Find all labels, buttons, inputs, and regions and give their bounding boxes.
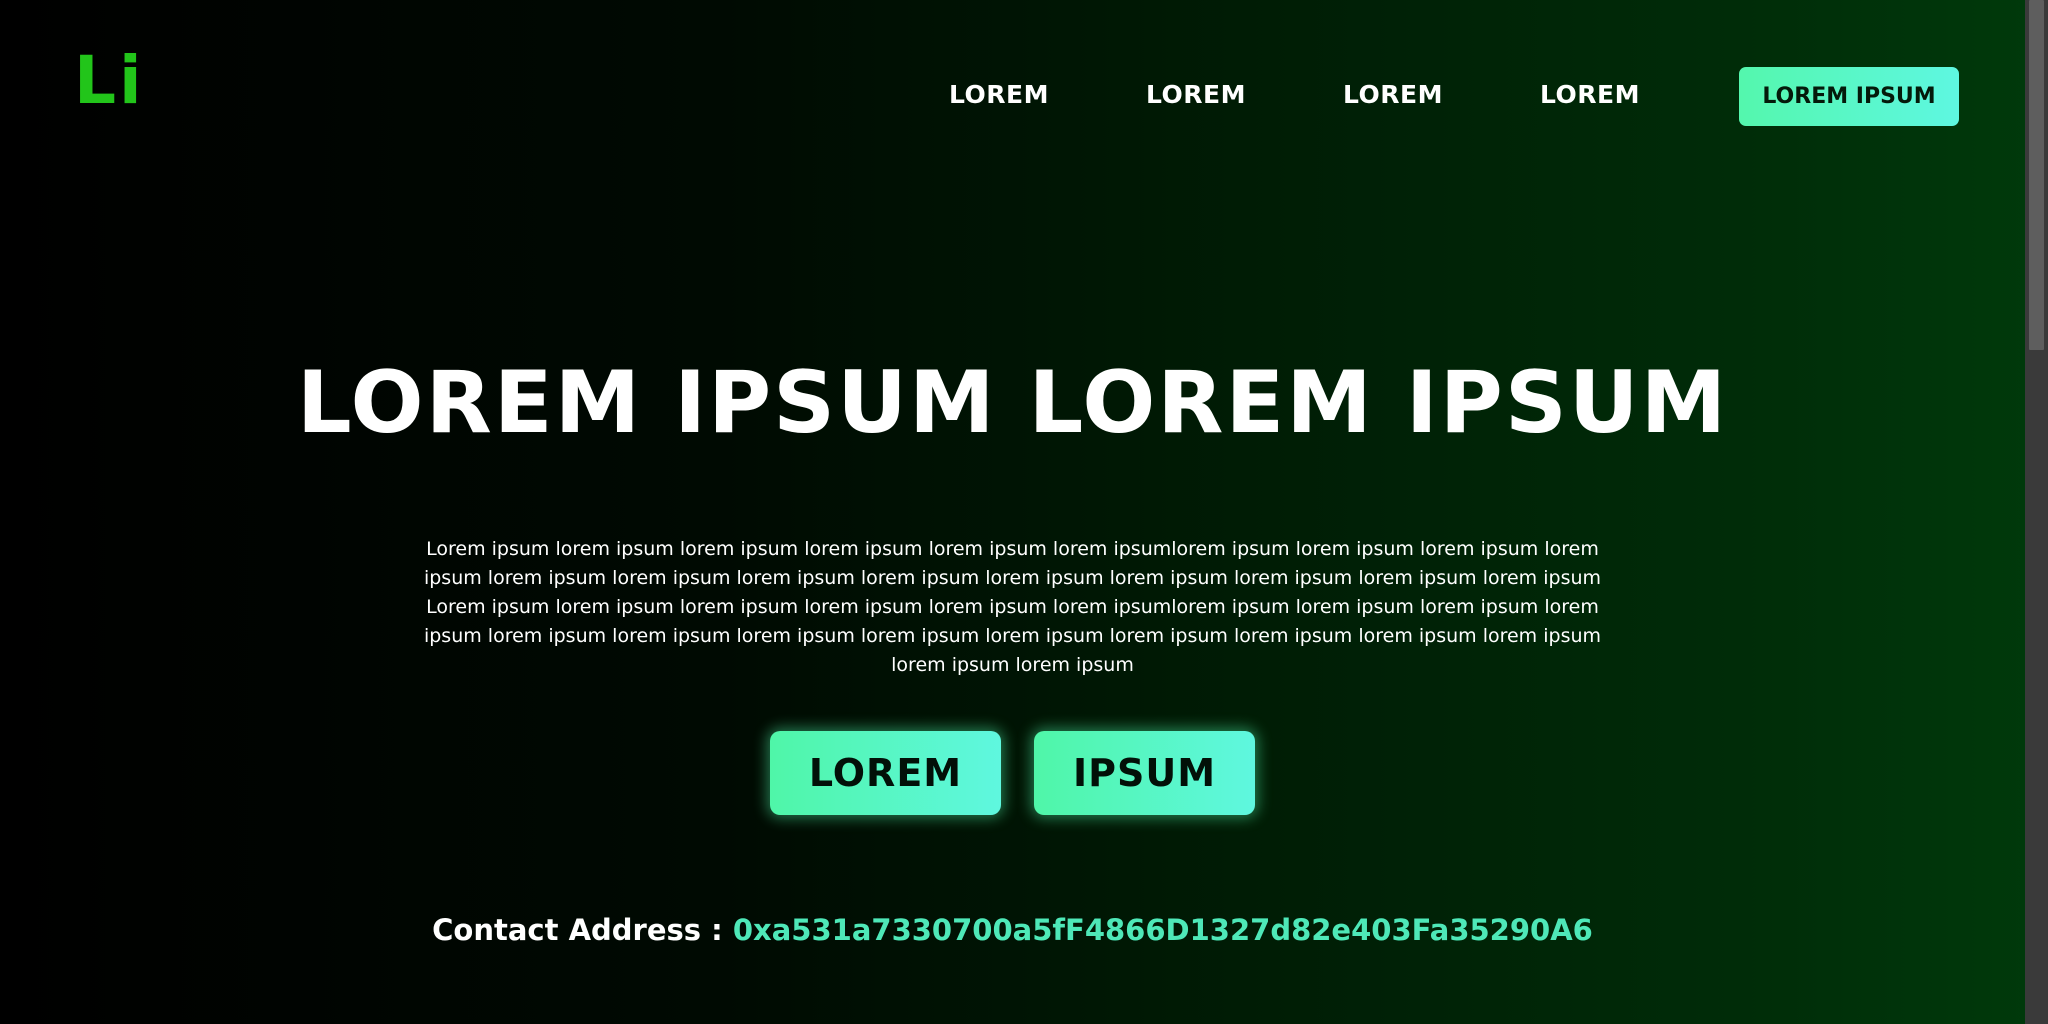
nav-link-4[interactable]: LOREM [1540,80,1640,109]
header-cta-button[interactable]: LOREM IPSUM [1739,67,1959,126]
scrollbar-thumb[interactable] [2029,0,2044,350]
contact-address-label: Contact Address : [432,913,723,947]
site-logo[interactable]: Li [74,48,145,114]
contact-address: Contact Address : 0xa531a7330700a5fF4866… [0,913,2025,947]
nav-link-1[interactable]: LOREM [949,80,1049,109]
vertical-scrollbar[interactable] [2025,0,2048,1024]
hero-headline: LOREM IPSUM LOREM IPSUM [296,353,1729,453]
hero-primary-button[interactable]: LOREM [770,731,1001,815]
contact-address-value[interactable]: 0xa531a7330700a5fF4866D1327d82e403Fa3529… [733,913,1593,947]
hero-secondary-button[interactable]: IPSUM [1034,731,1255,815]
nav-link-3[interactable]: LOREM [1343,80,1443,109]
hero-description: Lorem ipsum lorem ipsum lorem ipsum lore… [423,538,1602,676]
nav-link-2[interactable]: LOREM [1146,80,1246,109]
landing-page: Li LOREM LOREM LOREM LOREM LOREM IPSUM L… [0,0,2025,1024]
